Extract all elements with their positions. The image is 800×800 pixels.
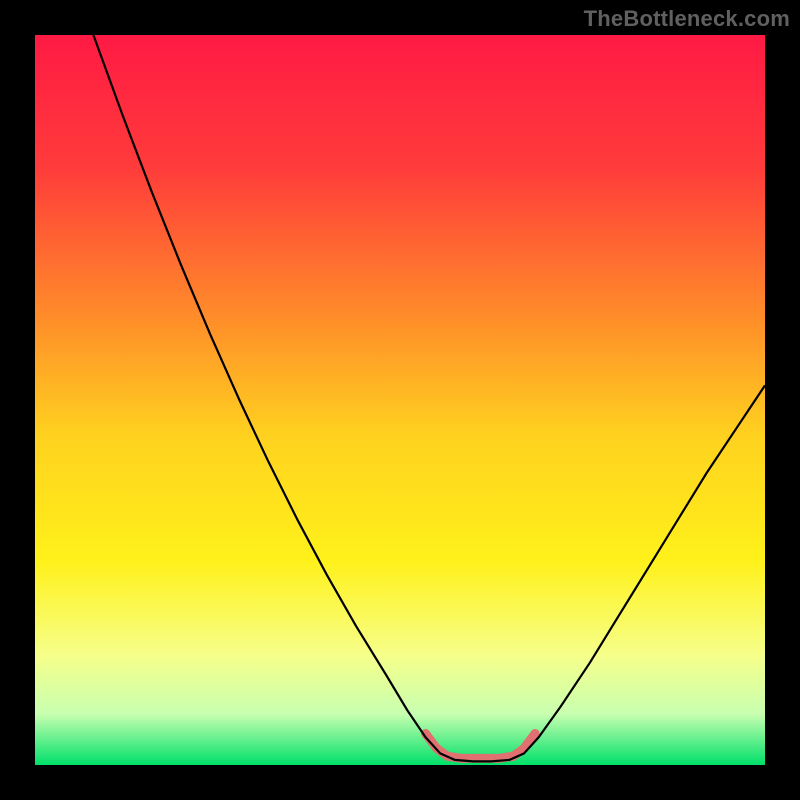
attribution-text: TheBottleneck.com [584, 6, 790, 32]
gradient-background [35, 35, 765, 765]
chart-plot [35, 35, 765, 765]
chart-frame [35, 35, 765, 765]
